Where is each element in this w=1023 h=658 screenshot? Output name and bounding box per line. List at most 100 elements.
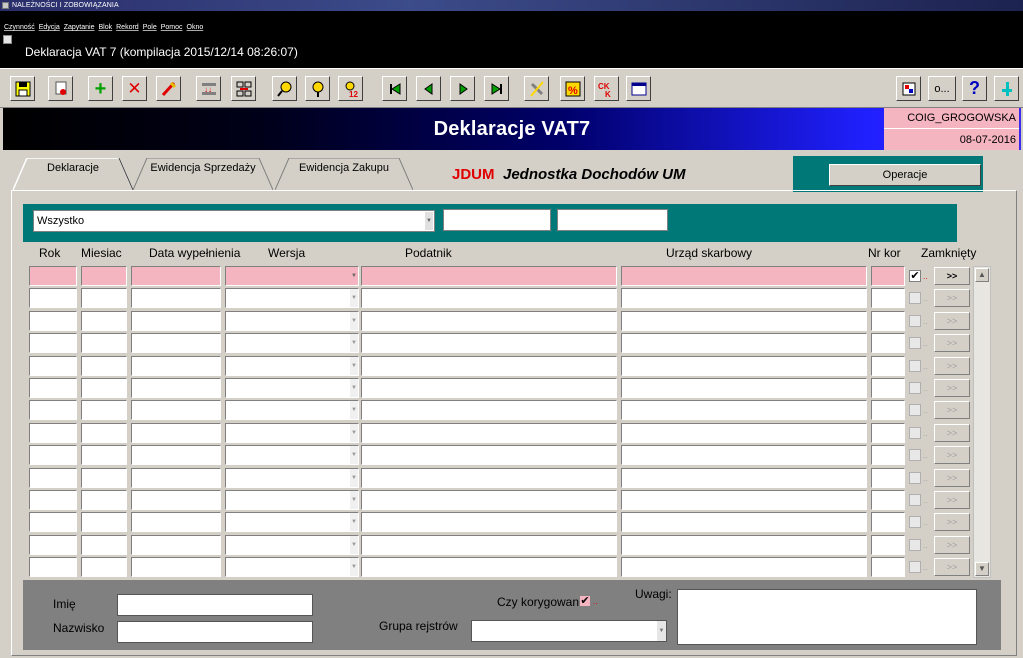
data-cell[interactable]: [131, 557, 221, 577]
rok-cell[interactable]: [29, 378, 77, 398]
zamkniety-checkbox[interactable]: [909, 382, 921, 394]
filter-select[interactable]: Wszystko ▼: [33, 210, 435, 232]
help-button[interactable]: ?: [962, 76, 987, 101]
row-details-button[interactable]: >>: [934, 289, 970, 307]
data-cell[interactable]: [131, 311, 221, 331]
data-cell[interactable]: [131, 288, 221, 308]
zamkniety-checkbox[interactable]: ✔: [909, 270, 921, 282]
miesiac-cell[interactable]: [81, 423, 127, 443]
urzad-cell[interactable]: [621, 423, 867, 443]
rok-cell[interactable]: [29, 356, 77, 376]
rok-cell[interactable]: [29, 535, 77, 555]
miesiac-cell[interactable]: [81, 356, 127, 376]
chevron-down-icon[interactable]: ▼: [425, 212, 433, 230]
prev-record-button[interactable]: [416, 76, 441, 101]
data-cell[interactable]: [131, 535, 221, 555]
row-details-button[interactable]: >>: [934, 446, 970, 464]
row-details-button[interactable]: >>: [934, 491, 970, 509]
first-record-button[interactable]: [382, 76, 407, 101]
row-details-button[interactable]: >>: [934, 379, 970, 397]
zamkniety-checkbox[interactable]: [909, 360, 921, 372]
wersja-cell[interactable]: ▼: [225, 445, 359, 465]
chevron-down-icon[interactable]: ▼: [350, 469, 358, 487]
chevron-down-icon[interactable]: ▼: [350, 379, 358, 397]
row-details-button[interactable]: >>: [934, 558, 970, 576]
row-details-button[interactable]: >>: [934, 513, 970, 531]
window-button[interactable]: [626, 76, 651, 101]
podatnik-cell[interactable]: [361, 356, 617, 376]
podatnik-cell[interactable]: [361, 311, 617, 331]
wersja-cell[interactable]: ▼: [225, 356, 359, 376]
czy-korygowana-checkbox[interactable]: ✔: [579, 595, 591, 607]
nrkor-cell[interactable]: [871, 333, 905, 353]
urzad-cell[interactable]: [621, 535, 867, 555]
miesiac-cell[interactable]: [81, 311, 127, 331]
nrkor-cell[interactable]: [871, 288, 905, 308]
menu-item[interactable]: Czynność: [4, 23, 35, 32]
podatnik-cell[interactable]: [361, 512, 617, 532]
chevron-down-icon[interactable]: ▼: [350, 424, 358, 442]
wersja-cell[interactable]: ▼: [225, 288, 359, 308]
chevron-down-icon[interactable]: ▼: [657, 621, 666, 641]
miesiac-cell[interactable]: [81, 333, 127, 353]
rok-cell[interactable]: [29, 557, 77, 577]
podatnik-cell[interactable]: [361, 400, 617, 420]
uwagi-field[interactable]: [677, 589, 977, 645]
data-cell[interactable]: [131, 490, 221, 510]
data-cell[interactable]: [131, 468, 221, 488]
podatnik-cell[interactable]: [361, 468, 617, 488]
nrkor-cell[interactable]: [871, 535, 905, 555]
wersja-cell[interactable]: ▼: [225, 266, 359, 286]
wersja-cell[interactable]: ▼: [225, 535, 359, 555]
row-details-button[interactable]: >>: [934, 357, 970, 375]
row-details-button[interactable]: >>: [934, 312, 970, 330]
menu-item[interactable]: Blok: [99, 23, 113, 32]
zamkniety-checkbox[interactable]: [909, 292, 921, 304]
data-cell[interactable]: [131, 512, 221, 532]
zamkniety-checkbox[interactable]: [909, 315, 921, 327]
miesiac-cell[interactable]: [81, 535, 127, 555]
data-cell[interactable]: [131, 378, 221, 398]
ck-button[interactable]: CK K: [594, 76, 619, 101]
scroll-down-icon[interactable]: ▼: [975, 562, 989, 576]
wersja-cell[interactable]: ▼: [225, 378, 359, 398]
rok-cell[interactable]: [29, 311, 77, 331]
menu-item[interactable]: Pole: [143, 23, 157, 32]
podatnik-cell[interactable]: [361, 288, 617, 308]
tab-ewidencja-sprzedazy[interactable]: Ewidencja Sprzedaży: [133, 158, 273, 190]
next-record-button[interactable]: [450, 76, 475, 101]
miesiac-cell[interactable]: [81, 400, 127, 420]
wersja-cell[interactable]: ▼: [225, 423, 359, 443]
urzad-cell[interactable]: [621, 333, 867, 353]
urzad-cell[interactable]: [621, 311, 867, 331]
chevron-down-icon[interactable]: ▼: [350, 513, 358, 531]
calc-button[interactable]: %: [560, 76, 585, 101]
podatnik-cell[interactable]: [361, 535, 617, 555]
insert-rows-button[interactable]: ↓↓: [196, 76, 221, 101]
chevron-down-icon[interactable]: ▼: [350, 267, 358, 285]
zamkniety-checkbox[interactable]: [909, 494, 921, 506]
chevron-down-icon[interactable]: ▼: [350, 334, 358, 352]
rok-cell[interactable]: [29, 400, 77, 420]
data-cell[interactable]: [131, 266, 221, 286]
nrkor-cell[interactable]: [871, 445, 905, 465]
filter-field-2[interactable]: [557, 209, 668, 231]
miesiac-cell[interactable]: [81, 490, 127, 510]
last-record-button[interactable]: [484, 76, 509, 101]
podatnik-cell[interactable]: [361, 557, 617, 577]
nrkor-cell[interactable]: [871, 468, 905, 488]
urzad-cell[interactable]: [621, 445, 867, 465]
data-cell[interactable]: [131, 445, 221, 465]
print-button[interactable]: [48, 76, 73, 101]
nrkor-cell[interactable]: [871, 378, 905, 398]
wersja-cell[interactable]: ▼: [225, 311, 359, 331]
clear-rows-button[interactable]: [231, 76, 256, 101]
filter-field-1[interactable]: [443, 209, 551, 231]
urzad-cell[interactable]: [621, 266, 867, 286]
data-cell[interactable]: [131, 333, 221, 353]
data-cell[interactable]: [131, 356, 221, 376]
podatnik-cell[interactable]: [361, 333, 617, 353]
menu-item[interactable]: Pomoc: [161, 23, 183, 32]
save-button[interactable]: [10, 76, 35, 101]
zamkniety-checkbox[interactable]: [909, 337, 921, 349]
